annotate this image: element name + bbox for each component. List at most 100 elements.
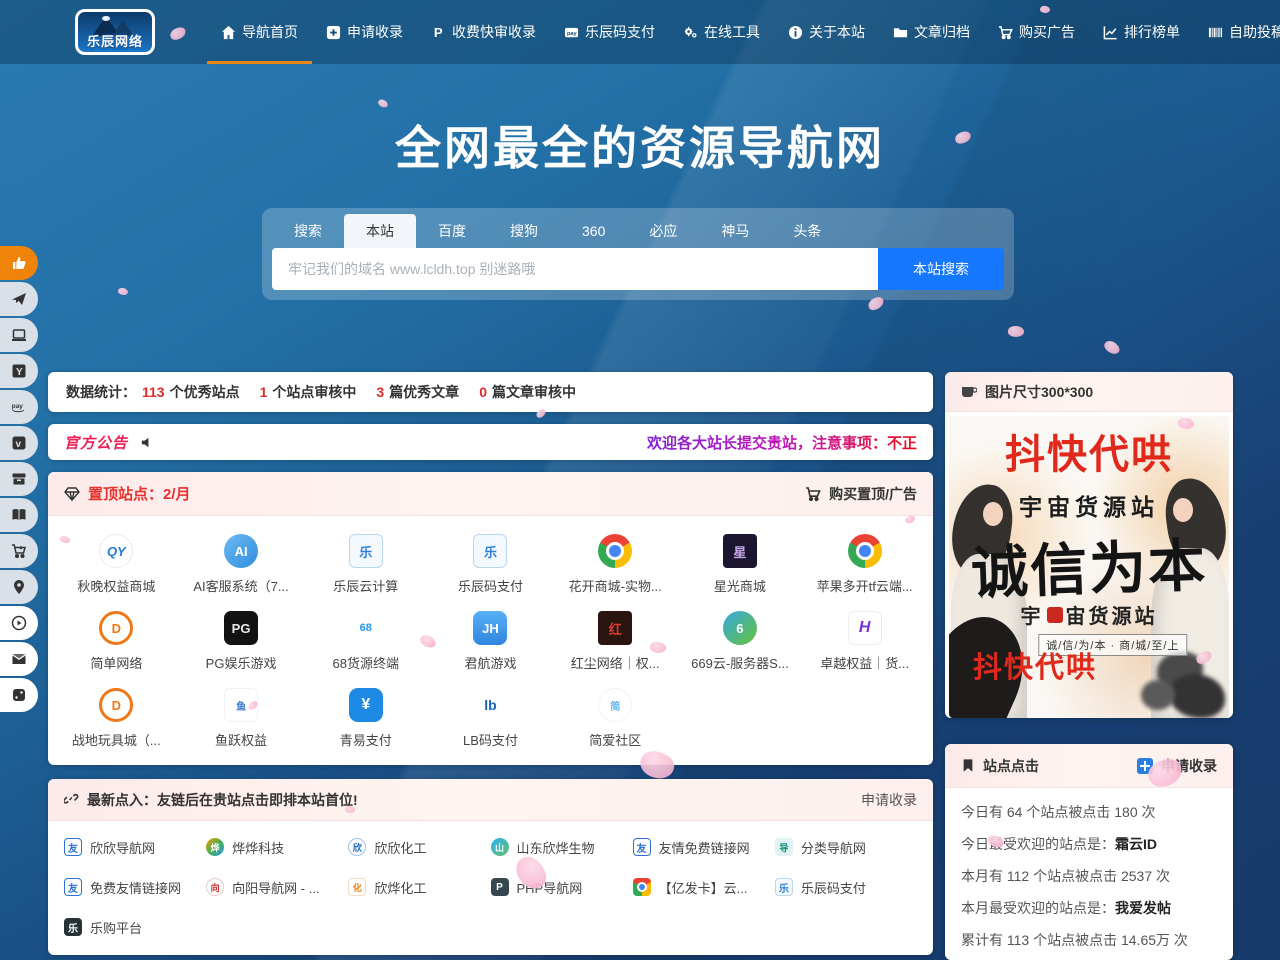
nav-item-archive[interactable]: 文章归档 [879,0,984,64]
cart-plus-icon [11,543,27,559]
pinned-site[interactable]: PGPG娱乐游戏 [179,601,304,678]
laptop-button[interactable] [0,318,38,352]
latest-site[interactable]: 导分类导航网 [775,827,917,867]
site-favicon: H [848,611,882,645]
bookmark-icon [961,758,975,773]
nav-item-home[interactable]: 导航首页 [207,0,312,64]
tab-360[interactable]: 360 [560,214,627,248]
pinned-site[interactable]: 乐乐辰码支付 [428,524,553,601]
site-favicon: 6 [723,611,757,645]
latest-site[interactable]: 友友情免费链接网 [633,827,775,867]
latest-site[interactable]: 烨烨烨科技 [206,827,348,867]
site-favicon: 友 [633,838,651,856]
book-button[interactable] [0,498,38,532]
latest-site[interactable]: 【亿发卡】云... [633,867,775,907]
site-name: 乐辰码支付 [801,878,866,897]
latest-site[interactable]: 化欣烨化工 [348,867,490,907]
nav-item-paid-review[interactable]: P 收费快审收录 [417,0,550,64]
tab-search[interactable]: 搜索 [272,214,344,248]
latest-site[interactable]: 山山东欣烨生物 [491,827,633,867]
pinned-site[interactable]: 苹果多开tf云端... [802,524,927,601]
pinned-site[interactable]: JH君航游戏 [428,601,553,678]
nav-item-about[interactable]: 关于本站 [774,0,879,64]
thumbs-up-button[interactable] [0,246,38,280]
search-input[interactable] [272,248,878,290]
pinned-site[interactable]: 红红尘网络｜权... [553,601,678,678]
ad-calligraphy: 诚信为本 [949,519,1229,611]
plus-icon [1137,758,1153,774]
buy-pinned-link[interactable]: 购买置顶/广告 [805,484,917,504]
nav-item-ranking[interactable]: 排行榜单 [1089,0,1194,64]
nav-item-submit[interactable]: 申请收录 [312,0,417,64]
vimeo-icon: v [11,435,27,451]
announcement-marquee[interactable]: 欢迎各大站长提交贵站，注意事项：不正 [155,432,917,453]
paypal-icon: P [431,25,446,40]
tab-toutiao[interactable]: 头条 [771,214,843,248]
y-combinator-button[interactable]: Y [0,354,38,388]
pinned-title: 置顶站点：2/月 [88,483,191,504]
site-name: 鱼跃权益 [215,730,267,749]
apply-label: 申请收录 [861,790,917,810]
latest-site[interactable]: 乐乐购平台 [64,907,206,947]
nav-item-contribute[interactable]: 自助投稿 [1194,0,1280,64]
vimeo-button[interactable]: v [0,426,38,460]
pinned-site[interactable]: 乐乐辰云计算 [303,524,428,601]
amazon-pay-button[interactable]: pay [0,390,38,424]
site-favicon: P [491,878,509,896]
pinned-site[interactable]: 花开商城-实物... [553,524,678,601]
tab-baidu[interactable]: 百度 [416,214,488,248]
tab-sogou[interactable]: 搜狗 [488,214,560,248]
pinned-site[interactable]: ¥青易支付 [303,678,428,755]
apply-link[interactable]: 申请收录 [1137,756,1217,776]
pinned-site[interactable]: D简单网络 [54,601,179,678]
ad-banner[interactable]: 抖快代哄 宇宙货源站 诚信为本 宇宙货源站 诚/信/为/本 · 商/城/至/上 … [949,416,1229,718]
site-logo[interactable]: 乐辰网络 [75,9,155,55]
nav-item-tools[interactable]: 在线工具 [669,0,774,64]
svg-text:Y: Y [16,367,23,378]
pinned-site[interactable]: lbLB码支付 [428,678,553,755]
ad-subline: 宇宙货源站 [949,488,1229,522]
pinned-site[interactable]: AIAI客服系统（7... [179,524,304,601]
tab-shenma[interactable]: 神马 [699,214,771,248]
site-name: 花开商城-实物... [569,576,662,595]
pinned-site[interactable]: 6669云-服务器S... [678,601,803,678]
float-sidebar: Y pay v [0,246,38,714]
latest-site[interactable]: 乐乐辰码支付 [775,867,917,907]
pinned-site[interactable]: 6868货源终端 [303,601,428,678]
latest-site[interactable]: PPHP导航网 [491,867,633,907]
tab-this-site[interactable]: 本站 [344,214,416,248]
stats-bar: 数据统计： 113个优秀站点 1个站点审核中 3篇优秀文章 0篇文章审核中 [48,372,933,412]
site-name: 苹果多开tf云端... [817,576,913,595]
dice-button[interactable] [0,678,38,712]
chrome-favicon [633,878,651,896]
latest-site[interactable]: 友免费友情链接网 [64,867,206,907]
nav-item-buy-ads[interactable]: 购买广告 [984,0,1089,64]
pinned-site[interactable]: 简简爱社区 [553,678,678,755]
search-button[interactable]: 本站搜索 [878,248,1004,290]
pinned-site[interactable]: 星星光商城 [678,524,803,601]
pinned-site[interactable]: QY秋晚权益商城 [54,524,179,601]
pinned-site[interactable]: 鱼鱼跃权益 [179,678,304,755]
tab-bing[interactable]: 必应 [627,214,699,248]
nav-label: 文章归档 [914,22,970,42]
chrome-favicon [598,534,632,568]
mail-button[interactable] [0,642,38,676]
pinned-site[interactable]: H卓越权益｜货... [802,601,927,678]
ad-headline-bottom: 抖快代哄 [973,644,1097,686]
archive-button[interactable] [0,462,38,496]
nav-item-pay[interactable]: pay 乐辰码支付 [550,0,669,64]
thumbs-up-icon [11,255,27,271]
location-button[interactable] [0,570,38,604]
paper-plane-button[interactable] [0,282,38,316]
site-name: PG娱乐游戏 [206,653,277,672]
announcement-bar: 官方公告 欢迎各大站长提交贵站，注意事项：不正 [48,424,933,460]
search-engine-tabs: 搜索 本站 百度 搜狗 360 必应 神马 头条 [272,214,1004,248]
pinned-site[interactable]: D战地玩具城（... [54,678,179,755]
cart-plus-button[interactable] [0,534,38,568]
latest-site[interactable]: 友欣欣导航网 [64,827,206,867]
latest-site[interactable]: 欣欣欣化工 [348,827,490,867]
site-name: 乐辰码支付 [458,576,523,595]
apply-link[interactable]: 申请收录 [861,790,917,810]
latest-site[interactable]: 向向阳导航网 - ... [206,867,348,907]
play-button[interactable] [0,606,38,640]
